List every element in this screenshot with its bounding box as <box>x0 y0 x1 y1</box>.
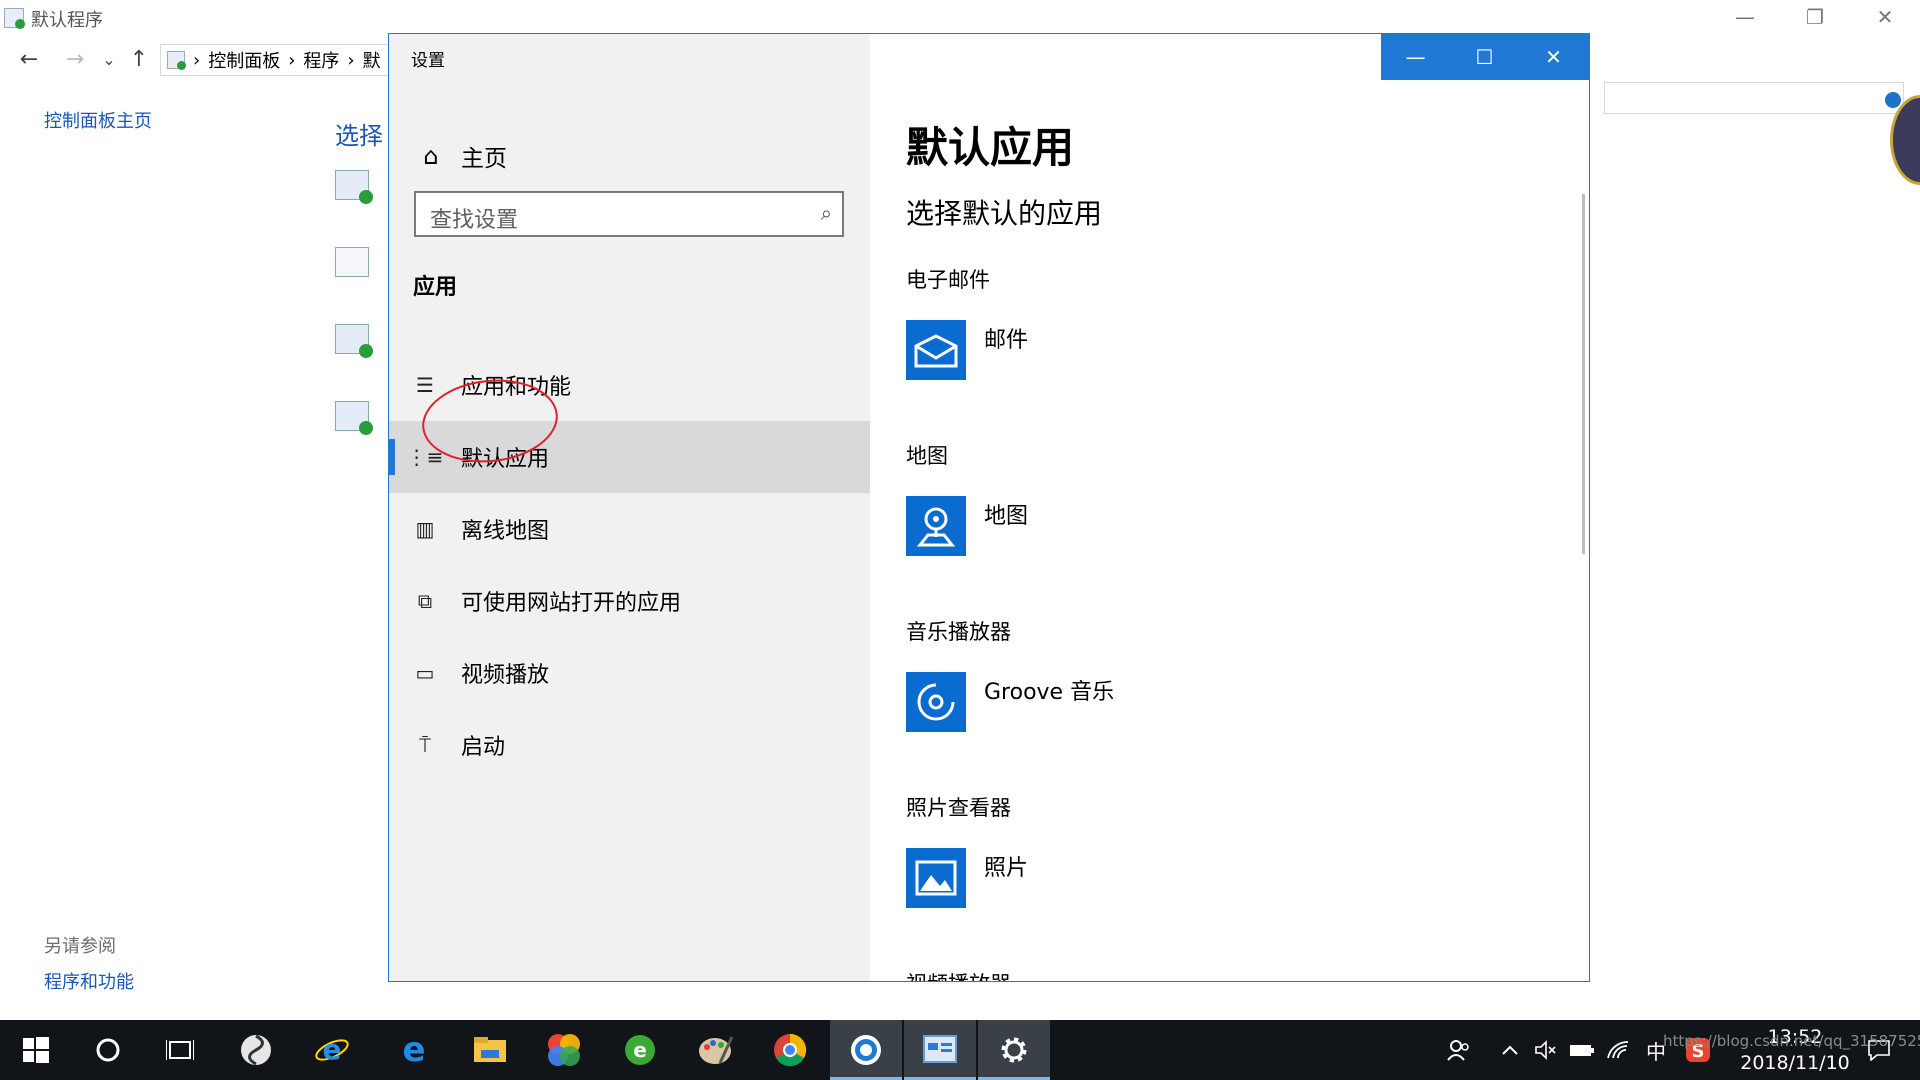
file-explorer-icon[interactable] <box>454 1020 526 1080</box>
maps-icon[interactable] <box>906 496 966 556</box>
chrome-icon[interactable] <box>754 1020 826 1080</box>
control-panel-search-input[interactable]: ⌕ <box>1604 82 1904 114</box>
app-swirl-icon[interactable] <box>220 1020 292 1080</box>
nav-item-offline-maps[interactable]: ▥ 离线地图 <box>389 493 870 565</box>
programs-and-features-link[interactable]: 程序和功能 <box>44 968 134 994</box>
cortana-icon[interactable] <box>72 1020 144 1080</box>
internet-explorer-icon[interactable]: e <box>296 1020 368 1080</box>
settings-window-buttons: — ☐ ✕ <box>1381 34 1589 80</box>
nav-item-apps-for-websites[interactable]: ⧉ 可使用网站打开的应用 <box>389 565 870 637</box>
search-icon: ⌕ <box>820 201 832 225</box>
clock-date: 2018/11/10 <box>1740 1052 1850 1074</box>
photo-app-icon[interactable] <box>528 1020 600 1080</box>
breadcrumb-item[interactable]: 默 <box>363 47 381 73</box>
qq-icon[interactable] <box>830 1020 902 1080</box>
minimize-button[interactable]: — <box>1381 34 1450 80</box>
control-panel-home-link[interactable]: 控制面板主页 <box>44 107 152 133</box>
computer-defaults-icon[interactable] <box>335 401 373 435</box>
edge-icon[interactable]: e <box>378 1020 450 1080</box>
settings-sidebar: 设置 ⌂ 主页 查找设置 ⌕ 应用 ☰ 应用和功能 ⋮≡ 默认应用 ▥ 离线地图… <box>389 34 870 981</box>
battery-icon[interactable] <box>1566 1020 1598 1080</box>
restore-button[interactable]: ❐ <box>1780 0 1850 34</box>
nav-item-video-playback[interactable]: ▭ 视频播放 <box>389 637 870 709</box>
address-bar[interactable]: › 控制面板 › 程序 › 默 <box>160 44 390 76</box>
breadcrumb-item[interactable]: 程序 <box>303 47 339 73</box>
settings-title: 设置 <box>411 51 445 71</box>
control-panel-icon <box>167 51 186 70</box>
apps-features-icon: ☰ <box>416 373 434 397</box>
photos-icon[interactable] <box>906 848 966 908</box>
sogou-input-icon[interactable]: S <box>1680 1020 1716 1080</box>
groove-music-icon[interactable] <box>906 672 966 732</box>
breadcrumb-item[interactable]: 控制面板 <box>208 47 280 73</box>
category-photos-label: 照片查看器 <box>906 796 1011 820</box>
start-icon[interactable] <box>0 1020 72 1080</box>
svg-text:e: e <box>323 1033 342 1066</box>
category-video-label: 视频播放器 <box>906 968 1011 981</box>
home-label: 主页 <box>461 146 507 172</box>
associations-icon[interactable] <box>335 247 369 277</box>
wifi-icon[interactable] <box>1602 1020 1634 1080</box>
chevron-up-icon[interactable] <box>1494 1020 1526 1080</box>
default-maps-app[interactable]: 地图 <box>984 498 1028 530</box>
see-also-label: 另请参阅 <box>44 936 116 957</box>
default-email-app[interactable]: 邮件 <box>984 322 1028 354</box>
settings-search-input[interactable]: 查找设置 ⌕ <box>414 191 844 237</box>
forward-icon[interactable]: → <box>60 44 90 74</box>
settings-window: 设置 ⌂ 主页 查找设置 ⌕ 应用 ☰ 应用和功能 ⋮≡ 默认应用 ▥ 离线地图… <box>388 33 1590 982</box>
mail-icon[interactable] <box>906 320 966 380</box>
category-music-label: 音乐播放器 <box>906 620 1011 644</box>
autoplay-icon[interactable] <box>335 324 373 358</box>
video-playback-icon: ▭ <box>415 661 435 685</box>
svg-text:e: e <box>633 1038 647 1062</box>
nav-item-label: 启动 <box>461 735 506 760</box>
breadcrumb-sep-icon: › <box>347 49 355 71</box>
nav-item-label: 离线地图 <box>461 519 550 544</box>
svg-text:e: e <box>402 1033 425 1067</box>
default-music-app[interactable]: Groove 音乐 <box>984 674 1114 706</box>
apps-for-websites-icon: ⧉ <box>417 589 433 613</box>
recent-locations-icon[interactable]: ⌄ <box>94 44 124 74</box>
default-programs-icon[interactable] <box>335 170 373 204</box>
default-photos-app[interactable]: 照片 <box>984 850 1028 882</box>
nav-item-label: 可使用网站打开的应用 <box>461 591 682 616</box>
up-icon[interactable]: ↑ <box>124 44 154 74</box>
search-placeholder: 查找设置 <box>430 208 519 233</box>
page-title: 选择 <box>335 122 383 150</box>
breadcrumb-sep-icon: › <box>193 49 201 71</box>
startup-icon: ⍑ <box>419 733 431 757</box>
notification-icon[interactable] <box>1854 1020 1904 1080</box>
minimize-button[interactable]: — <box>1710 0 1780 34</box>
close-button[interactable]: ✕ <box>1850 0 1920 34</box>
close-button[interactable]: ✕ <box>1519 34 1588 80</box>
settings-home-button[interactable]: ⌂ 主页 <box>389 134 870 178</box>
settings-content: — ☐ ✕ 默认应用 选择默认的应用 电子邮件 邮件 地图 地图 音乐播放器 G… <box>870 34 1589 981</box>
task-view-icon[interactable] <box>144 1020 216 1080</box>
breadcrumb-sep-icon: › <box>288 49 296 71</box>
scrollbar[interactable] <box>1582 194 1585 554</box>
control-panel-icon[interactable] <box>904 1020 976 1080</box>
paint-icon[interactable] <box>680 1020 752 1080</box>
nav-item-label: 视频播放 <box>461 663 550 688</box>
watermark: https://blog.csdn.net/qq_31587525 <box>1663 1032 1920 1050</box>
people-icon[interactable] <box>1440 1020 1476 1080</box>
maximize-button[interactable]: ☐ <box>1450 34 1519 80</box>
category-email-label: 电子邮件 <box>906 268 990 292</box>
taskbar: e e e 中 S 13:52 2018/11/10 <box>0 1020 1920 1080</box>
section-label: 应用 <box>413 275 458 300</box>
back-icon[interactable]: ← <box>14 44 44 74</box>
settings-icon[interactable] <box>978 1020 1050 1080</box>
volume-muted-icon[interactable] <box>1530 1020 1562 1080</box>
green-browser-icon[interactable]: e <box>604 1020 676 1080</box>
page-subtitle: 选择默认的应用 <box>906 197 1103 230</box>
category-maps-label: 地图 <box>906 444 948 468</box>
nav-item-startup[interactable]: ⍑ 启动 <box>389 709 870 781</box>
control-panel-titlebar: 默认程序 — ❐ ✕ <box>0 0 1920 34</box>
page-title: 默认应用 <box>906 123 1075 172</box>
default-programs-app-icon <box>4 8 25 29</box>
offline-maps-icon: ▥ <box>415 517 435 541</box>
home-icon: ⌂ <box>423 142 439 170</box>
control-panel-title: 默认程序 <box>31 10 103 31</box>
ime-indicator[interactable]: 中 <box>1638 1020 1674 1080</box>
